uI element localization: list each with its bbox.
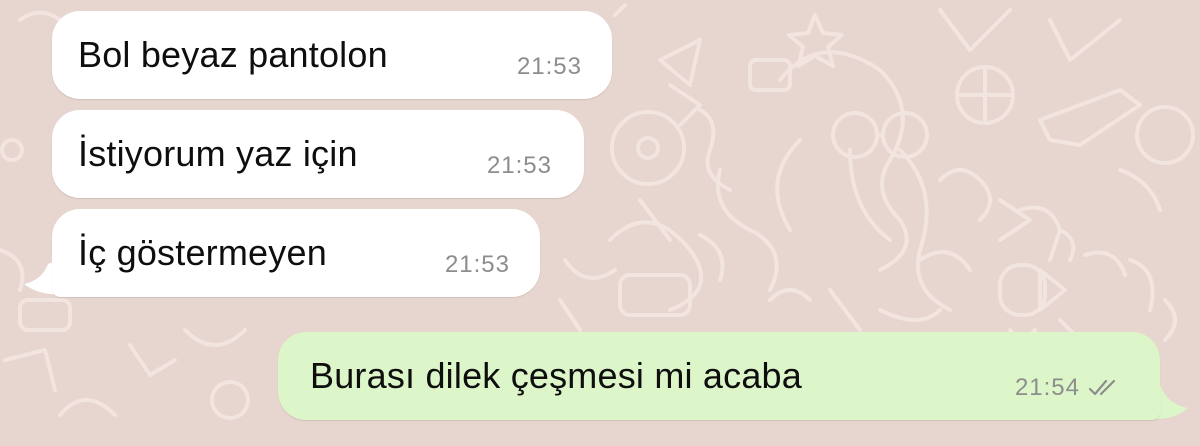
- incoming-message-bubble[interactable]: İç göstermeyen 21:53: [52, 209, 540, 297]
- double-check-read-icon: [1088, 379, 1116, 396]
- message-timestamp: 21:53: [444, 251, 510, 278]
- message-timestamp: 21:54: [1014, 374, 1080, 401]
- message-text: Burası dilek çeşmesi mi acaba: [310, 355, 802, 396]
- incoming-message-bubble[interactable]: Bol beyaz pantolon 21:53: [52, 11, 612, 99]
- incoming-message-bubble[interactable]: İstiyorum yaz için 21:53: [52, 110, 584, 198]
- message-text: Bol beyaz pantolon: [78, 34, 388, 75]
- outgoing-message-bubble[interactable]: Burası dilek çeşmesi mi acaba 21:54: [278, 332, 1160, 420]
- message-text: İç göstermeyen: [78, 232, 327, 273]
- message-text: İstiyorum yaz için: [78, 133, 358, 174]
- message-timestamp: 21:53: [486, 152, 552, 179]
- message-timestamp: 21:53: [516, 53, 582, 80]
